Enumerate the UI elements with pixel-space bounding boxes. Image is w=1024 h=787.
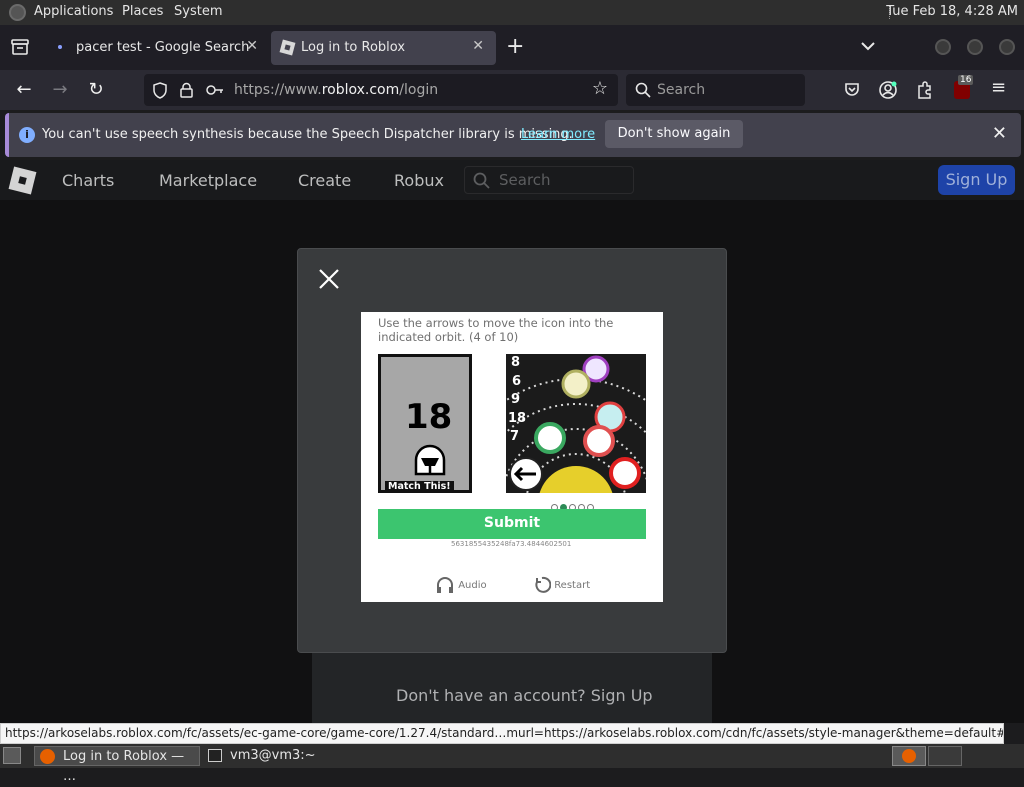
taskbar-terminal[interactable]: vm3@vm3:~	[204, 746, 374, 766]
audio-button[interactable]: Audio	[435, 576, 487, 594]
applications-menu-icon[interactable]	[9, 4, 26, 21]
left-arrow-button[interactable]	[509, 457, 543, 491]
terminal-icon	[208, 749, 222, 762]
firefox-icon	[902, 749, 916, 763]
pocket-icon[interactable]	[844, 82, 860, 98]
tab-label: pacer test - Google Search	[76, 40, 250, 55]
search-icon	[635, 82, 651, 98]
app-menu-icon[interactable]: ≡	[991, 77, 1006, 98]
no-account-text: Don't have an account? Sign Up	[396, 686, 653, 705]
orbit-icon-helmet	[583, 425, 615, 457]
applications-menu[interactable]: Applications	[34, 4, 113, 19]
orbit-icon-person	[561, 369, 591, 399]
orbit-puzzle: 8 6 9 18 7	[506, 354, 646, 493]
extensions-icon[interactable]	[916, 81, 933, 99]
search-placeholder: Search	[499, 171, 551, 189]
taskbar: Log in to Roblox — … vm3@vm3:~	[0, 744, 1024, 784]
firefox-icon	[40, 749, 55, 764]
list-all-tabs-icon[interactable]	[860, 41, 876, 53]
tracking-protection-shield-icon[interactable]	[152, 82, 168, 99]
notification-bar: i You can't use speech synthesis because…	[5, 113, 1021, 157]
orbit-icon-family	[534, 422, 566, 454]
roblox-favicon-icon	[279, 39, 296, 56]
new-tab-icon[interactable]: +	[506, 34, 524, 59]
nav-charts[interactable]: Charts	[62, 171, 114, 190]
signup-link[interactable]: Sign Up	[591, 686, 653, 705]
notification-message: You can't use speech synthesis because t…	[42, 127, 573, 142]
captcha-instruction: Use the arrows to move the icon into the…	[378, 316, 614, 344]
restart-icon	[535, 576, 552, 593]
roblox-header: Charts Marketplace Create Robux Search S…	[0, 160, 1024, 200]
show-desktop-icon[interactable]	[3, 747, 21, 764]
navigation-toolbar: ← → ↻ https://www.roblox.com/login ☆ Sea…	[0, 70, 1024, 110]
signup-button[interactable]: Sign Up	[938, 165, 1015, 195]
target-number: 18	[405, 397, 453, 437]
back-icon[interactable]: ←	[12, 78, 36, 102]
learn-more-link[interactable]: Learn more	[521, 127, 595, 142]
workspace-2-button[interactable]	[928, 746, 962, 766]
helmet-icon	[414, 444, 446, 476]
top-panel: Applications Places System Tue Feb 18, 4…	[0, 0, 1024, 25]
pointer-hand-button[interactable]	[609, 457, 641, 489]
ublock-badge: 16	[958, 75, 974, 85]
nav-robux[interactable]: Robux	[394, 171, 444, 190]
reload-icon[interactable]: ↻	[84, 78, 108, 102]
orbit-number-18: 18	[508, 411, 527, 426]
forward-icon[interactable]: →	[48, 78, 72, 102]
places-menu[interactable]: Places	[122, 4, 163, 19]
google-favicon-icon	[58, 45, 62, 49]
key-icon[interactable]	[206, 84, 224, 96]
lock-icon[interactable]	[180, 82, 193, 98]
tab-label: Log in to Roblox	[301, 40, 406, 55]
taskbar-firefox-label: Log in to Roblox — …	[63, 749, 185, 784]
orbit-number-6: 6	[512, 374, 522, 389]
headphones-icon	[437, 577, 453, 593]
url-bar[interactable]: https://www.roblox.com/login ☆	[144, 74, 618, 106]
submit-button[interactable]: Submit	[378, 509, 646, 539]
account-icon[interactable]	[879, 81, 897, 99]
bookmark-star-icon[interactable]: ☆	[592, 78, 608, 99]
url-text: https://www.roblox.com/login	[234, 82, 439, 98]
nav-create[interactable]: Create	[298, 171, 351, 190]
info-icon: i	[19, 127, 35, 143]
target-card: 18 Match This!	[378, 354, 472, 493]
restart-button[interactable]: Restart	[533, 576, 590, 594]
orbit-number-7: 7	[510, 429, 520, 444]
session-id: 5631855435248fa73.4844602501	[451, 540, 572, 548]
tab-overview-icon[interactable]	[11, 39, 29, 55]
tab-close-icon[interactable]: ✕	[472, 38, 484, 54]
close-modal-icon[interactable]	[318, 268, 340, 290]
orbit-number-9: 9	[511, 392, 521, 407]
search-bar[interactable]: Search	[626, 74, 805, 106]
taskbar-terminal-label: vm3@vm3:~	[230, 748, 316, 763]
status-url: https://arkoselabs.roblox.com/fc/assets/…	[0, 723, 1004, 744]
panel-clock[interactable]: Tue Feb 18, 4:28 AM	[886, 4, 1018, 19]
taskbar-firefox[interactable]: Log in to Roblox — …	[34, 746, 200, 784]
tab-roblox-login[interactable]: Log in to Roblox ✕	[271, 31, 496, 65]
roblox-logo-icon[interactable]	[8, 166, 37, 195]
search-placeholder: Search	[657, 82, 706, 98]
restart-label: Restart	[554, 580, 591, 591]
orbit-number-8: 8	[511, 355, 521, 370]
dont-show-again-button[interactable]: Don't show again	[605, 120, 743, 148]
tab-google-search[interactable]: pacer test - Google Search ✕	[46, 25, 266, 70]
tab-close-icon[interactable]: ✕	[246, 38, 258, 54]
close-notification-icon[interactable]: ✕	[992, 123, 1007, 144]
audio-label: Audio	[458, 580, 487, 591]
nav-marketplace[interactable]: Marketplace	[159, 171, 257, 190]
search-icon	[473, 172, 490, 189]
minimize-window-button[interactable]	[935, 39, 951, 55]
match-this-label: Match This!	[385, 481, 454, 492]
tab-strip: pacer test - Google Search ✕ Log in to R…	[0, 25, 1024, 70]
system-menu[interactable]: System	[174, 4, 222, 19]
maximize-window-button[interactable]	[967, 39, 983, 55]
roblox-search-input[interactable]: Search	[464, 166, 634, 194]
orbit-puzzle-graphic	[506, 355, 646, 493]
captcha-frame: Use the arrows to move the icon into the…	[361, 312, 663, 602]
close-window-button[interactable]	[999, 39, 1015, 55]
